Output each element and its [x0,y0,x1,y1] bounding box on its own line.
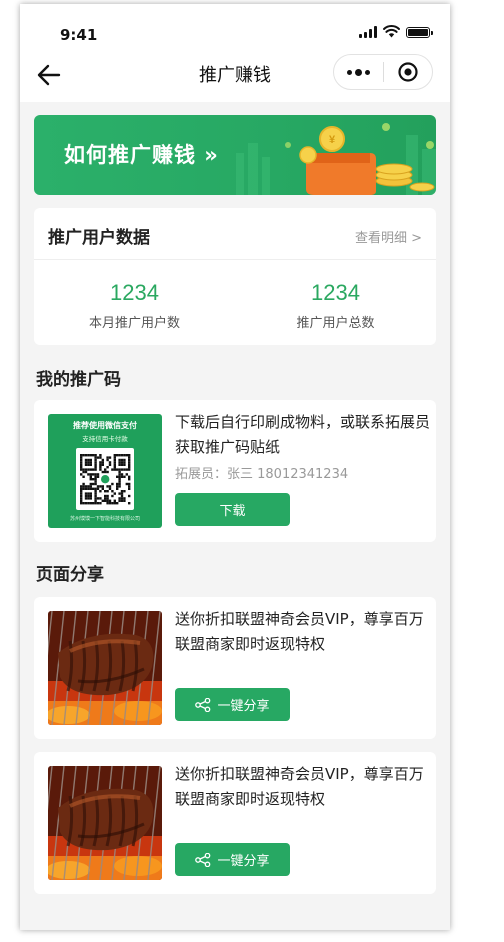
download-button-label: 下载 [219,504,246,519]
stat-value: 1234 [311,280,360,305]
stat-label: 本月推广用户数 [88,316,180,331]
target-icon [398,62,418,82]
banner-text: 如何推广赚钱 » [64,143,219,167]
bbq-ribs-image [48,611,162,725]
qr-code [76,448,134,510]
bbq-ribs-icon [48,766,162,880]
user-data-title: 推广用户数据 [48,228,150,248]
one-click-share-button[interactable]: 一键分享 [175,688,290,721]
stat-value: 1234 [110,280,159,305]
status-bar: 9:41 [20,4,450,50]
share-description: 送你折扣联盟神奇会员VIP，尊享百万联盟商家即时返现特权 [175,610,424,653]
bbq-ribs-icon [48,611,162,725]
share-item: 送你折扣联盟神奇会员VIP，尊享百万联盟商家即时返现特权 一键分享 [34,752,436,894]
user-data-card: 推广用户数据 查看明细 > 1234 本月推广用户数 1234 推广用户总数 [34,208,436,345]
qr-code-icon [80,454,131,505]
user-data-header: 推广用户数据 查看明细 > [34,208,436,260]
view-details-link[interactable]: 查看明细 > [355,227,422,246]
wifi-icon [383,25,400,38]
more-button[interactable] [334,55,383,89]
monthly-users-stat: 1234 本月推广用户数 [34,280,235,331]
share-button-label: 一键分享 [217,699,270,714]
promo-qr-card[interactable]: 推荐使用微信支付 支持信用卡付款 苏州馍馍一下智能科技有限公司 [48,414,162,528]
promoter-contact: 拓展员：张三 18012341234 [175,467,349,482]
total-users-stat: 1234 推广用户总数 [235,280,436,331]
phone-screen: 9:41 推广赚钱 ¥ 如何推广赚钱 » 推广用户数据 查看明细 > 1234 … [20,4,450,930]
page-share-section-title: 页面分享 [36,565,104,585]
one-click-share-button[interactable]: 一键分享 [175,843,290,876]
coin-wallet-illustration: ¥ [236,123,436,195]
mini-program-capsule [333,54,433,90]
stat-label: 推广用户总数 [296,316,375,331]
status-icons [359,24,433,38]
share-icon [195,852,211,867]
bbq-ribs-image [48,766,162,880]
promo-code-description: 下载后自行印刷成物料，或联系拓展员获取推广码贴纸 [175,413,431,456]
share-description: 送你折扣联盟神奇会员VIP，尊享百万联盟商家即时返现特权 [175,765,424,808]
more-dots-icon [346,68,370,76]
close-mini-program-button[interactable] [383,55,432,89]
promo-code-section-title: 我的推广码 [36,370,121,390]
qr-card-footer: 苏州馍馍一下智能科技有限公司 [69,516,140,522]
nav-bar: 推广赚钱 [20,50,450,102]
svg-text:¥: ¥ [329,134,336,146]
share-item: 送你折扣联盟神奇会员VIP，尊享百万联盟商家即时返现特权 一键分享 [34,597,436,739]
promo-code-card: 推荐使用微信支付 支持信用卡付款 苏州馍馍一下智能科技有限公司 下载后自行印刷成… [34,400,436,542]
share-button-label: 一键分享 [217,854,270,869]
qr-card-heading: 推荐使用微信支付 [73,421,137,430]
qr-card-subheading: 支持信用卡付款 [82,435,128,443]
battery-icon [406,27,433,38]
how-to-earn-banner[interactable]: ¥ 如何推广赚钱 » [34,115,436,195]
share-icon [195,697,211,712]
download-button[interactable]: 下载 [175,493,290,526]
status-time: 9:41 [60,26,98,44]
signal-icon [359,26,377,38]
